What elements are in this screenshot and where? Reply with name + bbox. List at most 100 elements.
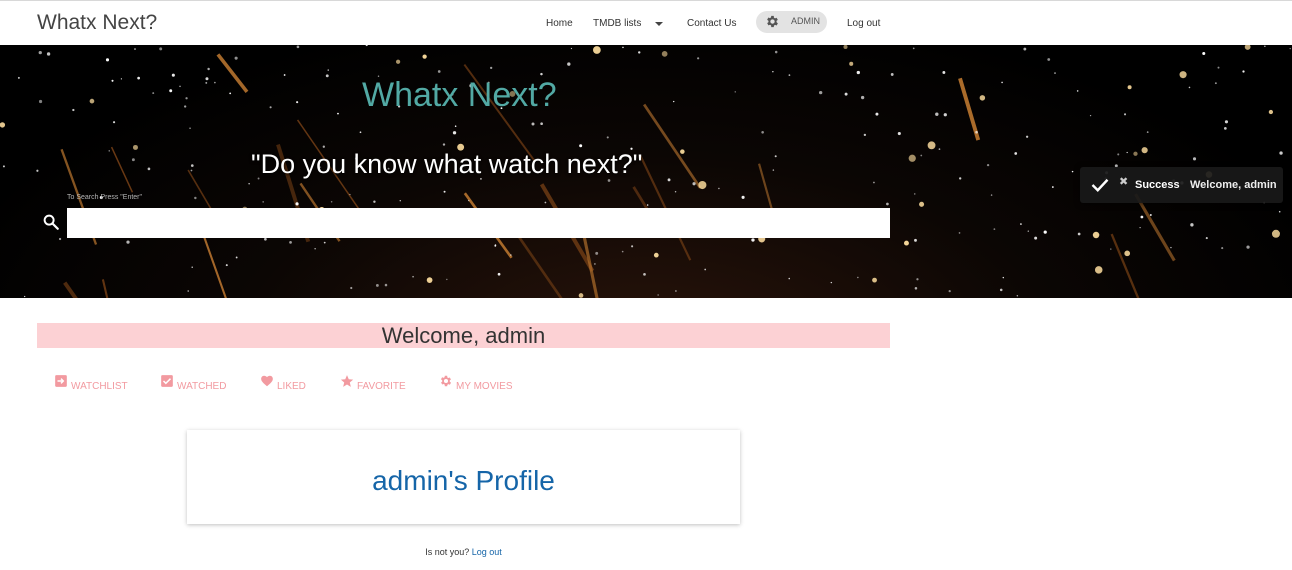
star-dot	[873, 181, 875, 184]
navbar: Whatx Next? Home TMDB lists Contact Us A…	[0, 0, 1292, 45]
star-dot	[169, 89, 173, 93]
admin-menu-button[interactable]: ADMIN	[756, 11, 827, 33]
star-dot	[191, 266, 193, 269]
star-dot	[916, 278, 919, 281]
star-dot	[570, 47, 573, 50]
star-dot	[843, 45, 848, 49]
star-dot	[375, 283, 379, 287]
caret-down-icon[interactable]	[655, 22, 663, 26]
star-dot	[152, 92, 155, 95]
star-dot	[680, 149, 685, 154]
star-dot	[111, 79, 114, 82]
star-dot	[595, 251, 599, 255]
star-dot	[497, 272, 501, 276]
light-streak	[63, 281, 78, 298]
star-dot	[112, 121, 116, 124]
star-dot	[788, 277, 791, 280]
star-dot	[579, 144, 583, 148]
tab-watchlist-label: WATCHLIST	[71, 381, 128, 392]
star-dot	[214, 81, 216, 84]
star-dot	[1124, 113, 1127, 116]
brand-logo[interactable]: Whatx Next?	[37, 11, 157, 35]
star-dot	[621, 250, 624, 253]
search-input[interactable]	[67, 208, 890, 238]
star-dot	[1141, 147, 1148, 154]
star-dot	[205, 77, 209, 81]
star-dot	[46, 52, 51, 56]
star-dot	[857, 276, 859, 279]
star-dot	[1221, 247, 1224, 250]
star-dot	[36, 169, 39, 172]
star-dot	[653, 252, 659, 258]
tab-liked-label: LIKED	[277, 381, 306, 392]
star-dot	[442, 143, 446, 146]
not-you-prompt: Is not you?	[425, 547, 470, 557]
star-dot	[592, 46, 601, 54]
star-dot	[264, 237, 267, 241]
star-dot	[194, 196, 197, 200]
watchlist-icon	[55, 375, 67, 387]
star-dot	[0, 122, 6, 128]
star-dot	[914, 238, 917, 242]
star-dot	[698, 180, 707, 190]
light-streak	[643, 103, 702, 189]
star-icon	[340, 375, 354, 387]
star-dot	[489, 66, 493, 70]
star-dot	[171, 73, 175, 77]
star-dot	[999, 288, 1003, 292]
profile-tabs: WATCHLIST WATCHED LIKED FAVORITE MY MOVI…	[0, 374, 900, 398]
footer-logout-link[interactable]: Log out	[472, 547, 502, 557]
close-icon[interactable]: ✖	[1119, 175, 1128, 188]
star-dot	[1224, 120, 1229, 124]
hero-quote: "Do you know what watch next?"	[251, 149, 643, 179]
star-dot	[1092, 231, 1100, 239]
star-dot	[692, 182, 696, 186]
star-dot	[1025, 135, 1029, 138]
star-dot	[1246, 245, 1250, 249]
star-dot	[774, 155, 777, 158]
star-dot	[622, 46, 624, 49]
star-dot	[643, 272, 646, 276]
star-dot	[904, 240, 909, 246]
star-dot	[1110, 248, 1112, 250]
star-dot	[262, 201, 264, 203]
star-dot	[1188, 86, 1191, 89]
gear-icon	[440, 375, 452, 387]
star-dot	[1205, 237, 1208, 240]
nav-home[interactable]: Home	[546, 18, 573, 29]
star-dot	[395, 59, 401, 64]
star-dot	[1264, 45, 1266, 48]
star-dot	[1089, 115, 1092, 117]
star-dot	[1170, 246, 1172, 249]
star-dot	[942, 71, 946, 74]
nav-tmdb-lists[interactable]: TMDB lists	[593, 18, 641, 29]
star-dot	[661, 51, 668, 57]
star-dot	[296, 45, 300, 49]
star-dot	[120, 78, 123, 80]
light-streak	[1110, 233, 1140, 298]
star-dot	[975, 130, 978, 134]
star-dot	[234, 56, 238, 60]
star-dot	[1001, 81, 1003, 84]
star-dot	[704, 268, 707, 271]
star-dot	[544, 201, 547, 204]
star-dot	[1016, 295, 1019, 297]
star-dot	[914, 287, 918, 290]
star-dot	[935, 112, 939, 116]
star-dot	[1140, 215, 1144, 219]
check-icon	[1091, 178, 1109, 192]
nav-logout[interactable]: Log out	[847, 18, 880, 29]
star-dot	[1149, 214, 1152, 217]
nav-contact[interactable]: Contact Us	[687, 18, 736, 29]
star-dot	[594, 263, 596, 265]
star-dot	[412, 275, 414, 278]
star-dot	[296, 101, 299, 104]
star-dot	[927, 141, 936, 150]
star-dot	[849, 61, 854, 66]
star-dot	[105, 58, 110, 62]
tab-favorite-label: FAVORITE	[357, 381, 406, 392]
star-dot	[863, 133, 867, 137]
star-dot	[269, 106, 272, 109]
star-dot	[886, 202, 889, 206]
star-dot	[24, 295, 26, 298]
